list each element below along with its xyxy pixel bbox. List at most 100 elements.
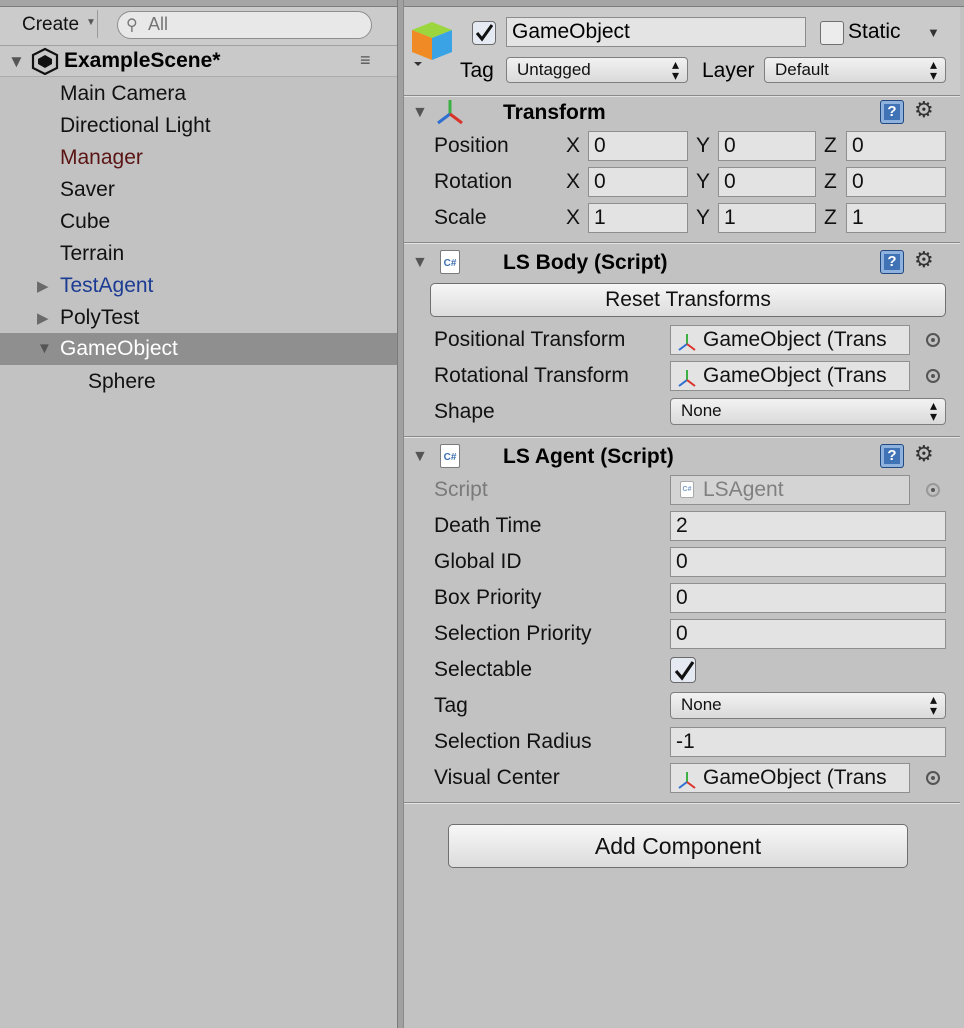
hierarchy-item-saver[interactable]: Saver (0, 174, 397, 206)
reset-transforms-button[interactable]: Reset Transforms (430, 283, 946, 317)
death-time-field[interactable]: 2 (670, 511, 946, 541)
hierarchy-item-cube[interactable]: Cube (0, 206, 397, 238)
axis-x-label: X (566, 170, 581, 193)
selection-priority-field[interactable]: 0 (670, 619, 946, 649)
object-picker-icon[interactable] (926, 369, 940, 383)
gear-icon[interactable]: ⚙ (914, 247, 934, 273)
rotation-x-field[interactable]: 0 (588, 167, 688, 197)
position-z-field[interactable]: 0 (846, 131, 946, 161)
hierarchy-item-label: PolyTest (60, 306, 140, 329)
ls-body-foldout-icon[interactable]: ▼ (412, 254, 428, 272)
script-field: LSAgent (670, 475, 910, 505)
positional-transform-value: GameObject (Trans (703, 328, 887, 351)
hierarchy-item-label: Cube (60, 210, 111, 233)
hierarchy-item-polytest[interactable]: ▶ PolyTest (0, 302, 397, 334)
visual-center-label: Visual Center (434, 766, 560, 789)
hierarchy-item-directional-light[interactable]: Directional Light (0, 110, 397, 142)
add-component-button[interactable]: Add Component (448, 824, 908, 868)
scale-label: Scale (434, 206, 487, 229)
object-picker-icon[interactable] (926, 333, 940, 347)
hierarchy-item-label: TestAgent (60, 274, 154, 297)
hierarchy-search-input[interactable] (148, 13, 358, 35)
object-picker-icon[interactable] (926, 771, 940, 785)
rotation-z-field[interactable]: 0 (846, 167, 946, 197)
gear-icon[interactable]: ⚙ (914, 97, 934, 123)
scene-foldout-icon[interactable]: ▼ (8, 52, 25, 72)
position-x-field[interactable]: 0 (588, 131, 688, 161)
hierarchy-tab-bar (0, 0, 397, 7)
axis-x-label: X (566, 134, 581, 157)
scene-name: ExampleScene* (64, 49, 221, 72)
ls-agent-foldout-icon[interactable]: ▼ (412, 448, 428, 466)
ls-agent-title: LS Agent (Script) (503, 445, 674, 468)
axis-y-label: Y (696, 170, 711, 193)
transform-axis-icon (678, 772, 696, 789)
dropdown-arrows-icon: ▴ ▾ (671, 56, 679, 83)
scale-z-field[interactable]: 1 (846, 203, 946, 233)
expand-arrow-icon[interactable]: ▶ (37, 277, 49, 295)
expand-arrow-icon[interactable]: ▶ (37, 309, 49, 327)
active-checkbox[interactable] (472, 21, 496, 45)
create-button-label: Create (22, 14, 80, 35)
scale-y-field[interactable]: 1 (718, 203, 816, 233)
panel-divider[interactable] (397, 0, 404, 1028)
position-y-field[interactable]: 0 (718, 131, 816, 161)
global-id-label: Global ID (434, 550, 522, 573)
script-file-icon: C# (680, 481, 694, 498)
agent-tag-dropdown[interactable]: None ▴ ▾ (670, 692, 946, 719)
rotational-transform-field[interactable]: GameObject (Trans (670, 361, 910, 391)
hierarchy-item-label: Terrain (60, 242, 125, 265)
transform-foldout-icon[interactable]: ▼ (412, 104, 428, 122)
transform-title: Transform (503, 101, 606, 124)
position-label: Position (434, 134, 509, 157)
rotation-y-field[interactable]: 0 (718, 167, 816, 197)
ls-body-title: LS Body (Script) (503, 251, 668, 274)
tag-dropdown[interactable]: Untagged ▴ ▾ (506, 57, 688, 83)
dropdown-arrows-icon: ▴ ▾ (929, 56, 937, 83)
scene-menu-icon[interactable]: ≡ (360, 50, 371, 71)
help-book-icon[interactable]: ? (880, 444, 904, 468)
divider (404, 437, 960, 438)
collapse-arrow-icon[interactable]: ▼ (37, 340, 52, 357)
csharp-script-icon: C# (440, 444, 460, 468)
gameobject-name-field[interactable]: GameObject (506, 17, 806, 47)
object-picker-icon (926, 483, 940, 497)
tag-label: Tag (460, 59, 494, 82)
transform-axis-icon (678, 334, 696, 351)
box-priority-field[interactable]: 0 (670, 583, 946, 613)
positional-transform-label: Positional Transform (434, 328, 626, 351)
shape-dropdown[interactable]: None ▴ ▾ (670, 398, 946, 425)
transform-axis-icon (437, 100, 463, 125)
death-time-label: Death Time (434, 514, 542, 537)
help-book-icon[interactable]: ? (880, 100, 904, 124)
scale-x-field[interactable]: 1 (588, 203, 688, 233)
static-checkbox[interactable] (820, 21, 844, 45)
hierarchy-item-testagent[interactable]: ▶ TestAgent (0, 270, 397, 302)
divider (404, 243, 960, 244)
hierarchy-item-sphere[interactable]: Sphere (0, 366, 397, 398)
checkmark-icon (674, 661, 695, 681)
divider (404, 803, 960, 804)
rotational-transform-value: GameObject (Trans (703, 364, 887, 387)
layer-dropdown[interactable]: Default ▴ ▾ (764, 57, 946, 83)
axis-z-label: Z (824, 134, 837, 157)
static-label: Static (848, 20, 901, 43)
shape-label: Shape (434, 400, 495, 423)
axis-y-label: Y (696, 206, 711, 229)
hierarchy-item-gameobject[interactable]: ▼ GameObject (0, 333, 397, 365)
axis-y-label: Y (696, 134, 711, 157)
selectable-checkbox[interactable] (670, 657, 696, 683)
global-id-field[interactable]: 0 (670, 547, 946, 577)
divider (404, 96, 960, 97)
visual-center-field[interactable]: GameObject (Trans (670, 763, 910, 793)
hierarchy-item-main-camera[interactable]: Main Camera (0, 78, 397, 110)
positional-transform-field[interactable]: GameObject (Trans (670, 325, 910, 355)
selection-priority-label: Selection Priority (434, 622, 592, 645)
static-dropdown-arrow-icon[interactable]: ▼ (927, 25, 940, 40)
inspector-tab-bar (404, 0, 964, 7)
selection-radius-field[interactable]: -1 (670, 727, 946, 757)
hierarchy-item-terrain[interactable]: Terrain (0, 238, 397, 270)
help-book-icon[interactable]: ? (880, 250, 904, 274)
gear-icon[interactable]: ⚙ (914, 441, 934, 467)
hierarchy-item-manager[interactable]: Manager (0, 142, 397, 174)
